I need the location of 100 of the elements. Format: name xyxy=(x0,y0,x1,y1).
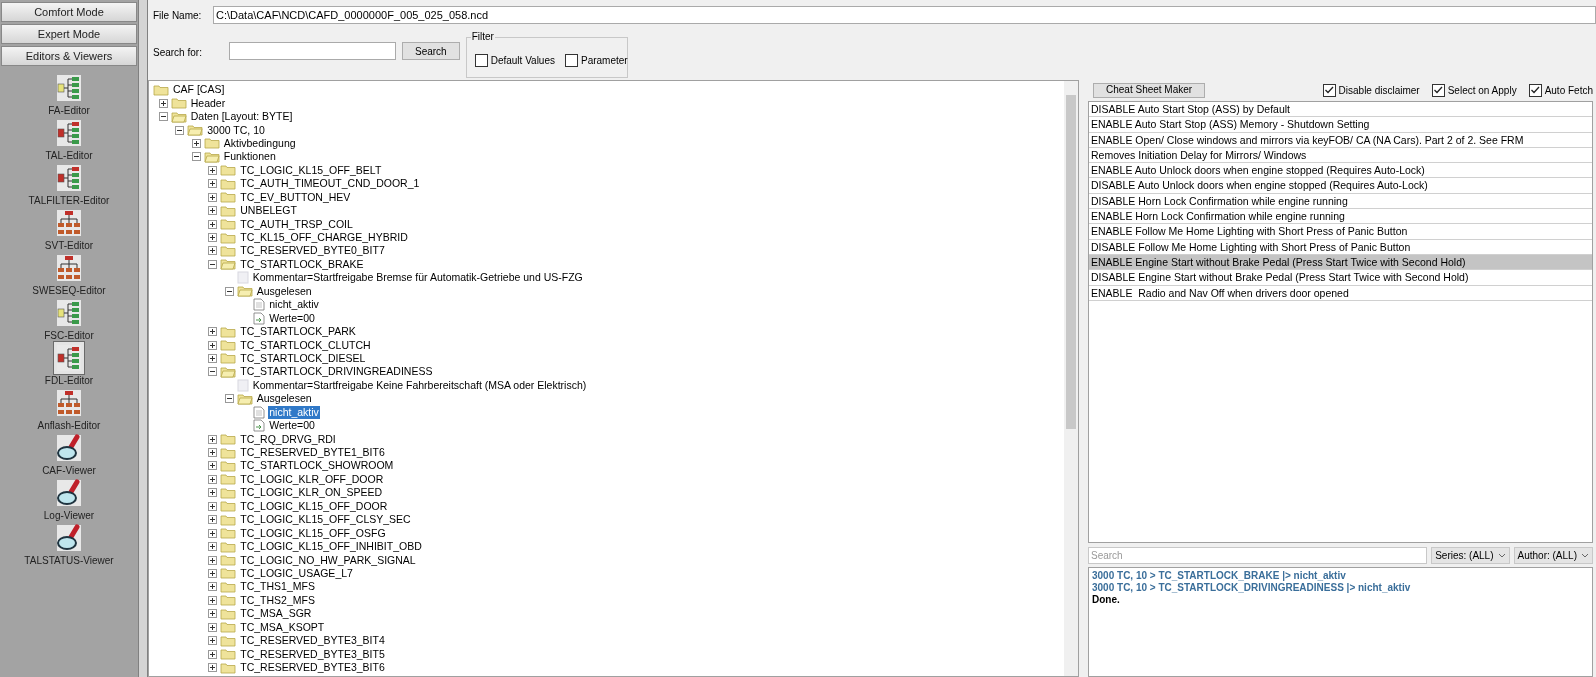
tree-node-label[interactable]: Ausgelesen xyxy=(255,284,313,298)
tree-node-label[interactable]: Kommentar=Startfreigabe Bremse für Automatik-Getriebe und US-FZG xyxy=(251,271,584,285)
file-name-field[interactable]: C:\Data\CAF\NCD\CAFD_0000000F_005_025_058.ncd xyxy=(213,6,1596,24)
tool-item[interactable]: FDL-Editor xyxy=(44,339,94,384)
search-field[interactable] xyxy=(229,42,396,60)
tree-node-label[interactable]: Daten [Layout: BYTE] xyxy=(189,110,294,124)
tree-node-label[interactable]: Werte=00 xyxy=(268,419,316,433)
cheat-sheet-maker-button[interactable]: Cheat Sheet Maker xyxy=(1093,82,1206,98)
expand-toggle[interactable] xyxy=(208,448,218,458)
tree-node-label[interactable]: TC_LOGIC_KLR_OFF_DOOR xyxy=(239,472,385,486)
filter-dropdown[interactable]: Series: (ALL) xyxy=(1431,546,1510,564)
expand-toggle[interactable] xyxy=(208,488,218,498)
tree-node-label[interactable]: TC_STARTLOCK_SHOWROOM xyxy=(239,459,395,473)
tree-node-label[interactable]: TC_RESERVED_BYTE0_BIT7 xyxy=(239,244,386,258)
tree-node-label[interactable]: CAF [CAS] xyxy=(172,83,226,97)
cheat-list-item[interactable]: ENABLE Auto Unlock doors when engine stopped (Requires Auto-Lock) xyxy=(1089,163,1592,179)
tree-node-label[interactable]: TC_STARTLOCK_CLUTCH xyxy=(239,338,372,352)
expand-toggle[interactable] xyxy=(158,98,168,108)
tree-node-label[interactable]: TC_STARTLOCK_PARK xyxy=(239,325,357,339)
cheat-list-item[interactable]: DISABLE Auto Start Stop (ASS) by Default xyxy=(1089,102,1592,118)
collapse-toggle[interactable] xyxy=(158,112,168,122)
expand-toggle[interactable] xyxy=(208,663,218,673)
collapse-toggle[interactable] xyxy=(208,367,218,377)
tree-node-label[interactable]: nicht_aktiv xyxy=(268,405,320,419)
expand-toggle[interactable] xyxy=(208,501,218,511)
expand-toggle[interactable] xyxy=(208,165,218,175)
tree-node-label[interactable]: TC_AUTH_TIMEOUT_CND_DOOR_1 xyxy=(239,177,421,191)
tool-item[interactable]: FA-Editor xyxy=(48,69,90,114)
expand-toggle[interactable] xyxy=(208,219,218,229)
mode-button[interactable]: Comfort Mode xyxy=(1,2,137,22)
tree-node-label[interactable]: TC_LOGIC_KL15_OFF_CLSY_SEC xyxy=(239,513,412,527)
collapse-toggle[interactable] xyxy=(224,394,234,404)
tree-node-label[interactable]: TC_LOGIC_USAGE_L7 xyxy=(239,566,354,580)
tree-node-label[interactable]: TC_KL15_OFF_CHARGE_HYBRID xyxy=(239,231,409,245)
expand-toggle[interactable] xyxy=(208,568,218,578)
expand-toggle[interactable] xyxy=(208,461,218,471)
tree-node-label[interactable]: TC_EV_BUTTON_HEV xyxy=(239,190,352,204)
tool-item[interactable]: CAF-Viewer xyxy=(42,429,96,474)
tree-node-label[interactable]: Header xyxy=(189,96,227,110)
tree-node-label[interactable]: TC_RESERVED_BYTE3_BIT5 xyxy=(239,647,386,661)
expand-toggle[interactable] xyxy=(208,474,218,484)
tree-node-label[interactable]: TC_MSA_KSOPT xyxy=(239,620,326,634)
checkbox[interactable] xyxy=(1431,83,1445,97)
tree-node-label[interactable]: TC_STARTLOCK_BRAKE xyxy=(239,257,365,271)
expand-toggle[interactable] xyxy=(208,595,218,605)
tree-node-label[interactable]: TC_STARTLOCK_DIESEL xyxy=(239,351,367,365)
tool-item[interactable]: SWESEQ-Editor xyxy=(32,249,106,294)
splitter-bar[interactable] xyxy=(138,0,148,677)
scrollbar[interactable] xyxy=(1064,81,1078,676)
tree-node-label[interactable]: TC_RESERVED_BYTE3_BIT6 xyxy=(239,661,386,675)
expand-toggle[interactable] xyxy=(208,434,218,444)
expand-toggle[interactable] xyxy=(208,542,218,552)
checkbox[interactable] xyxy=(565,54,578,67)
expand-toggle[interactable] xyxy=(208,636,218,646)
expand-toggle[interactable] xyxy=(208,622,218,632)
tree-node-label[interactable]: TC_LOGIC_KL15_OFF_OSFG xyxy=(239,526,387,540)
mode-button[interactable]: Editors & Viewers xyxy=(1,46,137,66)
expand-toggle[interactable] xyxy=(191,138,201,148)
checkbox[interactable] xyxy=(474,54,488,67)
mode-button[interactable]: Expert Mode xyxy=(1,24,137,44)
expand-toggle[interactable] xyxy=(208,340,218,350)
expand-toggle[interactable] xyxy=(208,192,218,202)
cheat-list-item[interactable]: ENABLE Auto Start Stop (ASS) Memory - Shutdown Setting xyxy=(1089,117,1592,133)
tree-node-label[interactable]: TC_LOGIC_KLR_ON_SPEED xyxy=(239,486,384,500)
collapse-toggle[interactable] xyxy=(191,152,201,162)
expand-toggle[interactable] xyxy=(208,609,218,619)
expand-toggle[interactable] xyxy=(208,528,218,538)
scrollbar-thumb[interactable] xyxy=(1066,95,1076,429)
search-button[interactable]: Search xyxy=(402,42,460,60)
expand-toggle[interactable] xyxy=(208,206,218,216)
expand-toggle[interactable] xyxy=(208,555,218,565)
search-field[interactable]: Search xyxy=(1088,546,1428,564)
tool-item[interactable]: Anflash-Editor xyxy=(37,384,101,429)
tree-node-label[interactable]: TC_STARTLOCK_DRIVINGREADINESS xyxy=(239,365,434,379)
tree-node-label[interactable]: nicht_aktiv xyxy=(268,298,320,312)
expand-toggle[interactable] xyxy=(208,327,218,337)
tool-item[interactable]: Log-Viewer xyxy=(43,474,95,519)
tree-node-label[interactable]: Funktionen xyxy=(222,150,277,164)
tree-node-label[interactable]: TC_LOGIC_KL15_OFF_BELT xyxy=(239,163,383,177)
tree-node-label[interactable]: TC_MSA_SGR xyxy=(239,607,313,621)
tree-node-label[interactable]: TC_THS2_MFS xyxy=(239,593,316,607)
tree-node-label[interactable]: Werte=00 xyxy=(268,311,316,325)
expand-toggle[interactable] xyxy=(208,353,218,363)
cheat-list-item[interactable]: DISABLE Engine Start without Brake Pedal (Press Start Twice with Second Hold) xyxy=(1089,270,1592,286)
tool-item[interactable]: TAL-Editor xyxy=(45,114,93,159)
tree-node-label[interactable]: TC_RESERVED_BYTE1_BIT6 xyxy=(239,446,386,460)
tree-node-label[interactable]: TC_AUTH_TRSP_COIL xyxy=(239,217,354,231)
expand-toggle[interactable] xyxy=(208,233,218,243)
expand-toggle[interactable] xyxy=(208,246,218,256)
tool-item[interactable]: TALFILTER-Editor xyxy=(28,159,110,204)
tree-node-label[interactable]: Aktivbedingung xyxy=(222,136,297,150)
expand-toggle[interactable] xyxy=(208,515,218,525)
tree-node-label[interactable]: TC_THS1_MFS xyxy=(239,580,316,594)
tree-node-label[interactable]: TC_RQ_DRVG_RDI xyxy=(239,432,337,446)
tree-node-label[interactable]: Ausgelesen xyxy=(255,392,313,406)
tree-node-label[interactable]: 3000 TC, 10 xyxy=(206,123,266,137)
tree-node-label[interactable]: TC_LOGIC_KL15_OFF_INHIBIT_OBD xyxy=(239,540,423,554)
collapse-toggle[interactable] xyxy=(224,286,234,296)
checkbox[interactable] xyxy=(1322,83,1336,97)
tree-node-label[interactable]: TC_LOGIC_NO_HW_PARK_SIGNAL xyxy=(239,553,417,567)
